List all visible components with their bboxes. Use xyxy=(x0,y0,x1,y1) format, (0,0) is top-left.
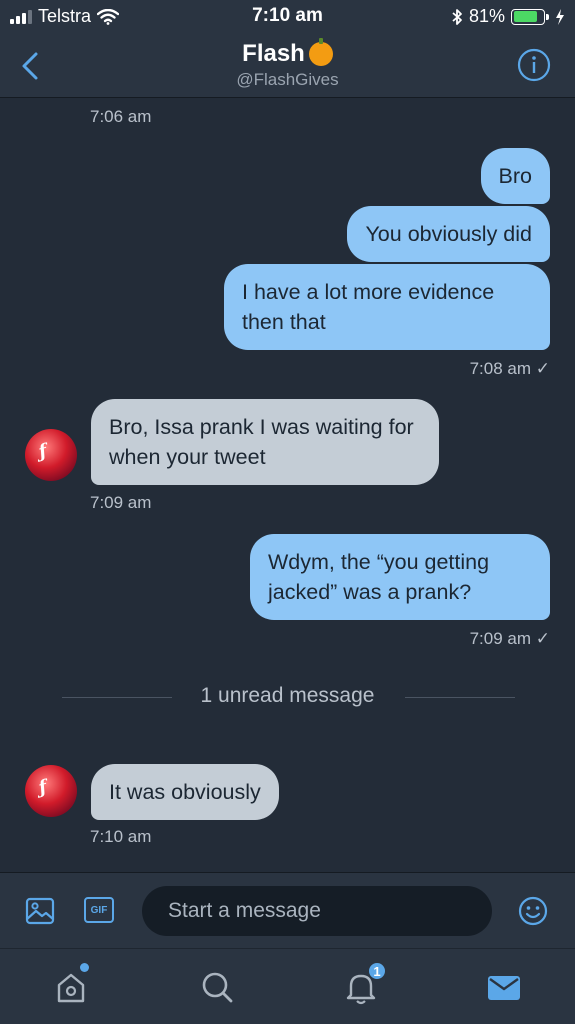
contact-avatar[interactable]: ƒ xyxy=(25,429,77,481)
info-icon[interactable] xyxy=(517,48,551,82)
unread-divider: 1 unread message xyxy=(0,682,575,712)
outgoing-message[interactable]: Bro xyxy=(480,148,550,204)
conversation-header: Flash @FlashGives xyxy=(0,34,575,98)
contact-name-row: Flash xyxy=(242,38,333,68)
home-icon[interactable] xyxy=(51,967,91,1007)
pumpkin-emoji-icon xyxy=(308,38,333,66)
avatar-mark: ƒ xyxy=(36,776,50,799)
timestamp-read: 7:08 am ✓ xyxy=(469,359,550,378)
title-block[interactable]: Flash @FlashGives xyxy=(0,38,575,90)
divider-line xyxy=(405,697,515,698)
unread-label: 1 unread message xyxy=(200,684,375,707)
home-new-dot xyxy=(80,963,89,972)
timestamp: 7:06 am xyxy=(90,107,152,126)
emoji-icon[interactable] xyxy=(517,895,549,927)
timestamp-read: 7:09 am ✓ xyxy=(469,629,550,648)
contact-avatar[interactable]: ƒ xyxy=(25,765,77,817)
message-input[interactable] xyxy=(142,886,492,936)
messages-envelope-icon[interactable] xyxy=(484,967,524,1007)
avatar-mark: ƒ xyxy=(36,440,50,463)
bluetooth-icon xyxy=(452,8,462,25)
contact-name: Flash xyxy=(242,40,305,67)
outgoing-message[interactable]: You obviously did xyxy=(347,206,550,262)
message-composer: GIF xyxy=(0,872,575,948)
battery-percent: 81% xyxy=(468,6,505,26)
search-icon[interactable] xyxy=(197,967,237,1007)
charging-icon xyxy=(556,8,564,25)
contact-handle: @FlashGives xyxy=(236,70,339,89)
outgoing-message[interactable]: Wdym, the “you getting jacked” was a pra… xyxy=(250,534,550,620)
timestamp: 7:09 am xyxy=(90,493,152,512)
battery-fill xyxy=(513,11,537,22)
incoming-message[interactable]: Bro, Issa prank I was waiting for when y… xyxy=(91,399,439,485)
image-icon[interactable] xyxy=(24,895,56,927)
gif-button[interactable]: GIF xyxy=(84,897,114,923)
battery-icon xyxy=(511,8,549,25)
tab-bar: 1 xyxy=(0,948,575,1024)
status-bar: Telstra 7:10 am 81% xyxy=(0,0,575,34)
message-list[interactable]: 7:06 am Bro You obviously did I have a l… xyxy=(0,99,575,871)
outgoing-message[interactable]: I have a lot more evidence then that xyxy=(224,264,550,350)
incoming-message[interactable]: It was obviously xyxy=(91,764,279,820)
notifications-badge: 1 xyxy=(367,961,387,981)
status-right: 81% xyxy=(451,6,565,27)
timestamp: 7:10 am xyxy=(90,827,152,846)
